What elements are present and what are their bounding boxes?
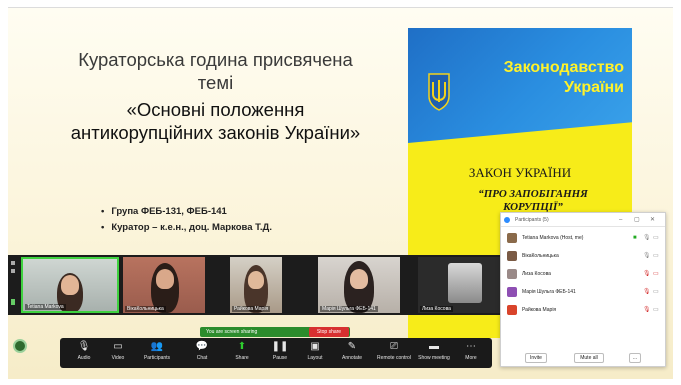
slide-title-line-2: темі: [197, 72, 234, 93]
participant-row[interactable]: Лиза Косова 🎙 ▭: [507, 267, 661, 281]
video-button[interactable]: ▭ Video: [96, 340, 140, 366]
mute-all-button[interactable]: Mute all: [574, 353, 604, 363]
annotate-icon: ✎: [347, 341, 357, 352]
avatar: [507, 287, 517, 297]
slide-title-line-1: Кураторська година присвячена: [78, 49, 353, 70]
participants-panel-header: Participants (5) – ▢ ✕: [501, 213, 665, 227]
show-meeting-icon: ▬: [429, 341, 439, 352]
show-meeting-button[interactable]: ▬ Show meeting: [412, 340, 456, 366]
participants-title: Participants (5): [515, 217, 549, 223]
law-title: ЗАКОН УКРАЇНИ: [468, 165, 572, 180]
screen: Кураторська година присвячена темі «Осно…: [0, 0, 681, 385]
participants-label: Participants: [143, 355, 171, 361]
microphone-muted-icon[interactable]: 🎙: [643, 303, 651, 317]
more-button[interactable]: ⋯ More: [452, 340, 490, 366]
stop-share-button[interactable]: Stop share: [309, 327, 349, 337]
video-tile[interactable]: ВікаКольницька: [123, 257, 205, 313]
annotate-button[interactable]: ✎ Annotate: [330, 340, 374, 366]
annotate-label: Annotate: [341, 355, 363, 361]
avatar: [507, 233, 517, 243]
microphone-icon[interactable]: 🎙: [643, 231, 651, 245]
slide-title-line-4: антикорупційних законів України»: [70, 122, 361, 143]
microphone-icon[interactable]: 🎙: [643, 249, 651, 263]
remote-control-button[interactable]: ⎚ Remote control: [370, 340, 418, 366]
bullet-group: Група ФЕБ-131, ФЕБ-141: [101, 204, 272, 220]
video-icon[interactable]: ▭: [653, 285, 659, 299]
book-heading-line-1: Законодавство: [503, 59, 624, 76]
chat-label: Chat: [196, 355, 208, 361]
avatar: [507, 305, 517, 315]
video-tile[interactable]: Лиза Косова: [418, 257, 500, 313]
participant-row[interactable]: Райкова Марія 🎙 ▭: [507, 303, 661, 317]
show-meeting-label: Show meeting: [418, 355, 450, 361]
video-tile[interactable]: Tetiana Markova: [21, 257, 119, 313]
panel-more-button[interactable]: ...: [629, 353, 641, 363]
video-tile-name: ВікаКольницька: [125, 306, 166, 312]
video-icon[interactable]: ▭: [653, 303, 659, 317]
participant-name: Лиза Косова: [522, 271, 551, 277]
book-heading-line-2: України: [563, 79, 624, 96]
video-icon[interactable]: ▭: [653, 231, 659, 245]
video-label: Video: [111, 355, 125, 361]
participant-name: Марія Шульга ФЕБ-141: [522, 289, 576, 295]
participant-name: ВікаКольницька: [522, 253, 559, 259]
slide-bullets: Група ФЕБ-131, ФЕБ-141 Куратор – к.е.н.,…: [101, 204, 272, 236]
participant-name: Райкова Марія: [522, 307, 557, 313]
meeting-toolbar: 🎙 Audio ▭ Video 👥 Participants 💬 Chat ⬆ …: [60, 338, 492, 368]
participant-row[interactable]: Tetiana Markova (Host, me) ■ 🎙 ▭: [507, 231, 661, 245]
law-subtitle: “ПРО ЗАПОБІГАННЯ КОРУПЦІЇ”: [478, 188, 588, 213]
slide-title: Кураторська година присвячена темі «Осно…: [28, 48, 403, 144]
video-tile-name: Райкова Марія: [232, 306, 271, 312]
floating-video-icon[interactable]: [13, 339, 27, 353]
video-icon: ▭: [113, 341, 123, 352]
remote-control-icon: ⎚: [390, 341, 398, 352]
microphone-muted-icon[interactable]: 🎙: [643, 267, 651, 281]
participant-photo: [448, 263, 482, 303]
minimize-icon[interactable]: –: [619, 213, 622, 227]
slide-title-line-3: «Основні положення: [126, 99, 305, 120]
video-tile-name: Марія Шульга ФЕБ-141: [320, 306, 378, 312]
video-tile[interactable]: Райкова Марія: [230, 257, 282, 313]
participant-row[interactable]: Марія Шульга ФЕБ-141 🎙 ▭: [507, 285, 661, 299]
bullet-curator: Куратор – к.е.н., доц. Маркова Т.Д.: [101, 220, 272, 236]
remote-control-label: Remote control: [377, 355, 411, 361]
chat-button[interactable]: 💬 Chat: [180, 340, 224, 366]
avatar: [507, 269, 517, 279]
participant-name: Tetiana Markova (Host, me): [522, 235, 584, 241]
sharing-status-text: You are screen sharing: [206, 329, 258, 335]
invite-button[interactable]: Invite: [525, 353, 547, 363]
participants-button[interactable]: 👥 Participants: [135, 340, 179, 366]
video-tile[interactable]: Марія Шульга ФЕБ-141: [318, 257, 400, 313]
video-tile-name: Лиза Косова: [420, 306, 453, 312]
trident-icon: [428, 73, 450, 111]
video-icon[interactable]: ▭: [653, 249, 659, 263]
strip-nav-icon[interactable]: [9, 259, 17, 309]
book-heading: Законодавство України: [464, 58, 624, 98]
participants-panel: Participants (5) – ▢ ✕ Tetiana Markova (…: [500, 212, 666, 367]
video-off-icon[interactable]: ▭: [653, 267, 659, 281]
microphone-muted-icon[interactable]: 🎙: [643, 285, 651, 299]
video-tile-name: Tetiana Markova: [25, 304, 66, 310]
participant-row[interactable]: ВікаКольницька 🎙 ▭: [507, 249, 661, 263]
video-thumbnail-strip: Tetiana Markova ВікаКольницька Райкова М…: [8, 255, 500, 315]
close-icon[interactable]: ✕: [650, 213, 655, 227]
more-icon: ⋯: [466, 341, 476, 352]
zoom-logo-icon: [504, 217, 510, 223]
more-label: More: [465, 355, 477, 361]
maximize-icon[interactable]: ▢: [634, 213, 640, 227]
screen-share-indicator-icon: ■: [633, 235, 637, 241]
participants-icon: 👥: [150, 341, 164, 352]
avatar: [507, 251, 517, 261]
chat-icon: 💬: [195, 341, 209, 352]
